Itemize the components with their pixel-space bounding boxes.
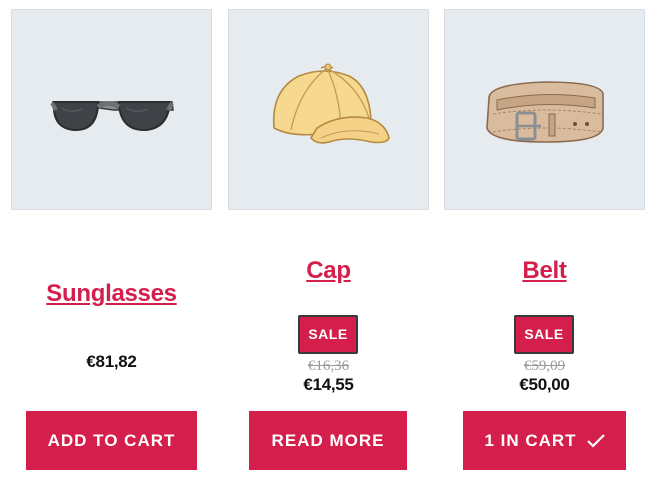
product-image-cap[interactable] [228,9,429,210]
read-more-button[interactable]: READ MORE [249,411,407,470]
product-image-belt[interactable] [444,9,645,210]
sale-badge: SALE [514,315,574,354]
product-image-sunglasses[interactable] [11,9,212,210]
product-card-sunglasses: Sunglasses €81,82 ADD TO CART [11,9,212,494]
sale-badge: SALE [298,315,358,354]
sunglasses-icon [50,101,174,132]
product-price: €50,00 [519,375,570,394]
belt-icon [486,81,604,143]
product-price: €14,55 [303,375,354,394]
add-to-cart-label: ADD TO CART [47,430,176,450]
add-to-cart-button[interactable]: ADD TO CART [26,411,197,470]
product-title-belt[interactable]: Belt [444,257,645,285]
in-cart-label: 1 IN CART [484,430,577,450]
product-card-cap: Cap SALE €16,36 €14,55 READ MORE [228,9,429,494]
checkmark-icon [586,433,605,448]
read-more-label: READ MORE [271,430,385,450]
product-card-belt: Belt SALE €59,09 €50,00 1 IN CART [444,9,645,494]
old-price: €59,09 [523,358,566,374]
product-title-cap[interactable]: Cap [228,257,429,285]
product-price: €81,82 [86,352,137,371]
cap-icon [272,63,390,144]
old-price: €16,36 [307,358,350,374]
product-title-sunglasses[interactable]: Sunglasses [11,280,212,308]
in-cart-button[interactable]: 1 IN CART [463,411,626,470]
